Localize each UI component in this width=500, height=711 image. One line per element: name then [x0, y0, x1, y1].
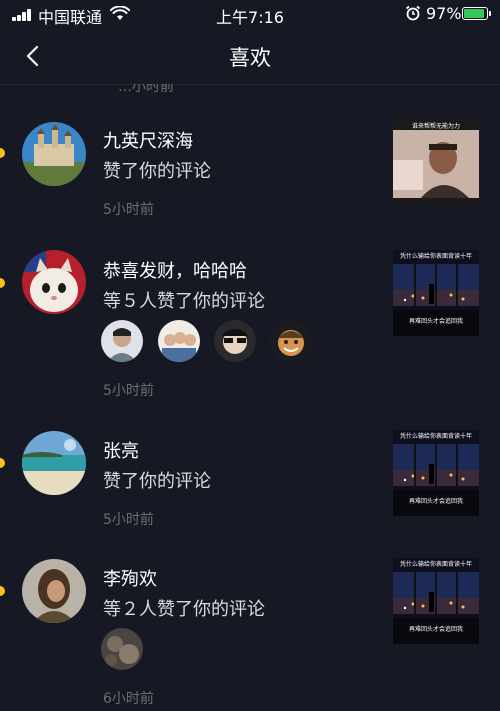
liker-avatar[interactable]	[270, 320, 312, 362]
action-text: 赞了你的评论	[103, 161, 211, 182]
thumbnail-caption: 谁来帮帮无能为力	[411, 123, 460, 130]
previous-item-peek: …小时前	[0, 84, 500, 92]
avatar[interactable]	[22, 250, 86, 314]
list-item[interactable]: 张亮 赞了你的评论 5小时前 凭什么输给你表面背读十年 再难回头才会追回我	[0, 420, 500, 530]
time-label: 5小时前	[103, 512, 154, 528]
battery-icon	[462, 7, 488, 20]
status-bar: 中国联通 上午7:16 97%	[0, 0, 500, 28]
liker-avatar[interactable]	[158, 320, 200, 362]
time-label: 5小时前	[103, 202, 154, 218]
unread-dot	[0, 148, 5, 158]
avatar[interactable]	[22, 431, 86, 495]
unread-dot	[0, 458, 5, 468]
user-name[interactable]: 李殉欢	[103, 565, 157, 591]
list-item[interactable]: 恭喜发财，哈哈哈 等５人赞了你的评论 5小时前 凭什么输给你表面背读十年 再难回…	[0, 240, 500, 410]
user-name[interactable]: 张亮	[103, 437, 139, 463]
previous-time-label: …小时前	[118, 84, 174, 92]
thumbnail-subcaption: 再难回头才会追回我	[408, 498, 463, 505]
liker-avatar[interactable]	[214, 320, 256, 362]
battery-cap	[489, 11, 491, 16]
action-text: 等２人赞了你的评论	[103, 599, 265, 620]
clock: 上午7:16	[216, 8, 284, 27]
unread-dot	[0, 586, 5, 596]
video-thumbnail[interactable]: 凭什么输给你表面背读十年 再难回头才会追回我	[393, 558, 479, 644]
time-label: 6小时前	[103, 691, 154, 707]
avatar[interactable]	[22, 559, 86, 623]
nav-bar: 喜欢	[0, 28, 500, 85]
alarm-icon	[405, 5, 421, 21]
thumbnail-caption: 凭什么输给你表面背读十年	[399, 561, 472, 568]
thumbnail-caption: 凭什么输给你表面背读十年	[399, 253, 472, 260]
user-name[interactable]: 恭喜发财，哈哈哈	[103, 257, 247, 283]
action-text: 赞了你的评论	[103, 471, 211, 492]
list-item[interactable]: 九英尺深海 赞了你的评论 5小时前 谁来帮帮无能为力	[0, 110, 500, 220]
battery-percent: 97%	[426, 4, 462, 23]
unread-dot	[0, 278, 5, 288]
action-text: 等５人赞了你的评论	[103, 291, 265, 312]
page-title: 喜欢	[229, 46, 271, 70]
time-label: 5小时前	[103, 383, 154, 399]
avatar[interactable]	[22, 122, 86, 186]
list-item[interactable]: 李殉欢 等２人赞了你的评论 6小时前 凭什么输给你表面背读十年 再难回头才会追回…	[0, 548, 500, 711]
thumbnail-subcaption: 再难回头才会追回我	[408, 626, 463, 633]
video-thumbnail[interactable]: 谁来帮帮无能为力	[393, 120, 479, 206]
thumbnail-caption: 凭什么输给你表面背读十年	[399, 433, 472, 440]
user-name[interactable]: 九英尺深海	[103, 127, 193, 153]
liker-avatar[interactable]	[101, 628, 143, 670]
video-thumbnail[interactable]: 凭什么输给你表面背读十年 再难回头才会追回我	[393, 250, 479, 336]
thumbnail-subcaption: 再难回头才会追回我	[408, 318, 463, 325]
battery-level	[464, 9, 484, 18]
video-thumbnail[interactable]: 凭什么输给你表面背读十年 再难回头才会追回我	[393, 430, 479, 516]
liker-avatar[interactable]	[101, 320, 143, 362]
